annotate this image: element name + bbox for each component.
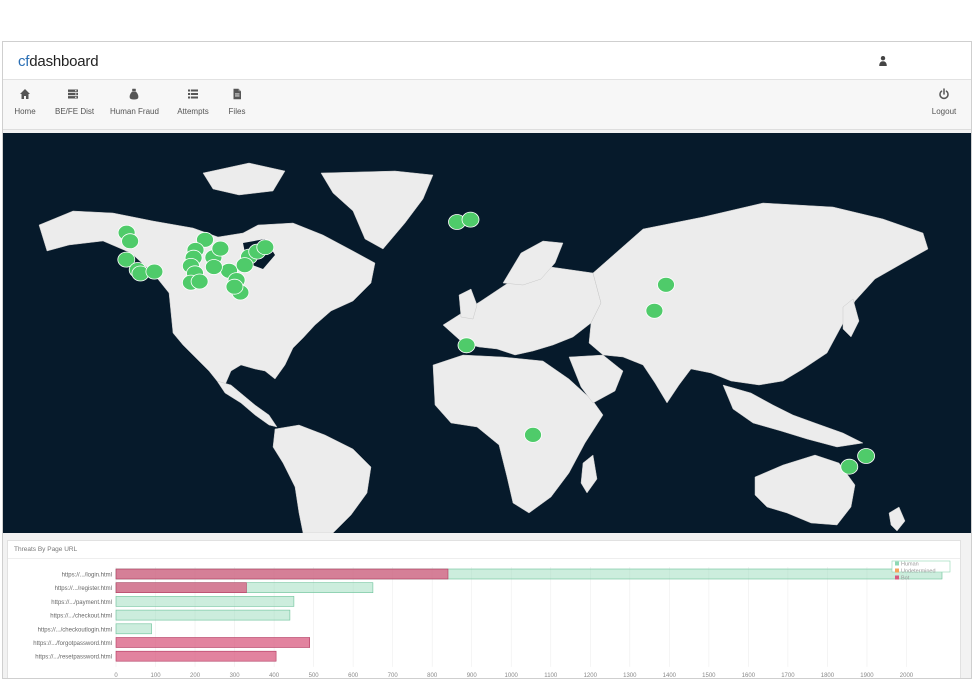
logout-label: Logout [931,107,957,116]
legend-label: Human [901,562,919,568]
land-asia [588,202,929,404]
nav-bar: Home BE/FE Dist Human Fraud Attempts Fil… [3,80,971,130]
threat-marker[interactable] [840,458,859,475]
category-label: https://.../checkoutlogin.html [38,627,112,633]
land-arctic-islands [202,162,286,196]
land-central-america [216,380,278,428]
land-madagascar [580,454,598,494]
brand-logo[interactable]: cfdashboard [18,53,99,70]
land-uk [458,288,478,320]
threat-marker[interactable] [457,337,476,354]
threat-marker[interactable] [204,259,223,275]
category-label: https://.../login.html [62,573,112,579]
threat-marker[interactable] [121,233,139,250]
bar-bot[interactable] [115,637,310,648]
bar-bot[interactable] [115,568,449,580]
x-tick-label: 800 [427,673,438,679]
threat-marker[interactable] [461,211,480,228]
threat-marker[interactable] [645,302,664,319]
threat-marker[interactable] [190,273,209,290]
world-map-svg [38,162,929,533]
x-tick-label: 1200 [584,673,598,679]
threat-marker[interactable] [235,257,254,274]
money-bag-icon [129,88,139,100]
bar-bot[interactable] [115,650,277,662]
x-tick-label: 1100 [544,673,558,679]
legend-swatch [895,575,899,580]
threat-marker[interactable] [256,239,275,256]
x-tick-label: 400 [269,673,280,679]
threats-by-page-url-panel: Threats By Page URL 0 100 200 300 400 500 600 7… [7,540,961,679]
x-tick-label: 700 [388,673,399,679]
world-threat-map[interactable] [3,133,971,533]
threat-marker[interactable] [657,276,675,293]
brand-prefix: cf [18,53,30,70]
nav-home-label: Home [14,107,36,116]
bar-human[interactable] [115,623,152,635]
x-tick-label: 1800 [821,673,835,679]
dashboard-window: cfdashboard Home BE/FE Dist Human Fraud … [2,41,972,679]
x-tick-label: 1700 [781,673,795,679]
x-tick-label: 600 [348,673,359,679]
nav-be-fe-dist[interactable]: BE/FE Dist [55,87,95,116]
legend-label: Bot [901,576,910,582]
server-icon [68,89,78,99]
x-tick-label: 500 [309,673,320,679]
top-bar: cfdashboard [3,42,971,80]
nav-home[interactable]: Home [13,87,37,116]
threat-marker[interactable] [145,263,164,280]
x-tick-label: 200 [190,673,201,679]
category-label: https://.../checkout.html [50,614,112,620]
list-icon [188,89,198,99]
legend-label: Undetermined [901,569,936,575]
x-tick-label: 1900 [860,673,874,679]
land-masses [38,162,929,533]
nav-be-fe-dist-label: BE/FE Dist [55,107,95,116]
logout-button[interactable]: Logout [929,87,959,116]
nav-files-label: Files [228,107,246,116]
category-label: https://.../forgotpassword.html [33,641,112,647]
nav-attempts[interactable]: Attempts [175,87,211,116]
bar-human[interactable] [115,609,291,621]
category-label: https://.../payment.html [51,600,112,606]
x-tick-label: 100 [151,673,162,679]
x-tick-label: 300 [230,673,241,679]
power-icon [939,88,949,100]
nav-attempts-label: Attempts [177,107,209,116]
file-icon [233,88,241,100]
threat-marker[interactable] [857,448,875,464]
x-tick-label: 1000 [505,673,519,679]
legend-swatch [895,568,899,573]
nav-files[interactable]: Files [227,87,247,116]
x-tick-label: 0 [114,673,118,679]
x-tick-label: 1600 [742,673,756,679]
panel-title: Threats By Page URL [14,546,78,553]
brand-suffix: dashboard [29,53,99,70]
land-south-america [272,424,372,533]
bar-bot[interactable] [115,582,247,594]
category-label: https://.../resetpassword.html [35,655,112,661]
land-greenland [320,170,434,250]
land-southeast-asia [722,384,864,448]
threat-marker[interactable] [211,240,230,257]
user-icon[interactable] [878,55,888,67]
threat-marker[interactable] [524,426,542,443]
legend-swatch [895,561,899,566]
nav-human-fraud-label: Human Fraud [110,107,159,116]
x-tick-label: 900 [467,673,478,679]
threat-marker[interactable] [225,278,244,295]
bar-human[interactable] [115,596,295,607]
x-tick-label: 2000 [900,673,914,679]
home-icon [20,89,30,99]
threats-bar-chart: 0 100 200 300 400 500 600 700 800 900 1000 1100 1200… [33,560,951,679]
nav-human-fraud[interactable]: Human Fraud [110,87,159,116]
land-australia [754,454,856,526]
category-label: https://.../register.html [55,586,112,592]
land-new-zealand [888,506,906,532]
x-tick-label: 1300 [623,673,637,679]
x-tick-label: 1500 [702,673,716,679]
x-tick-label: 1400 [663,673,677,679]
